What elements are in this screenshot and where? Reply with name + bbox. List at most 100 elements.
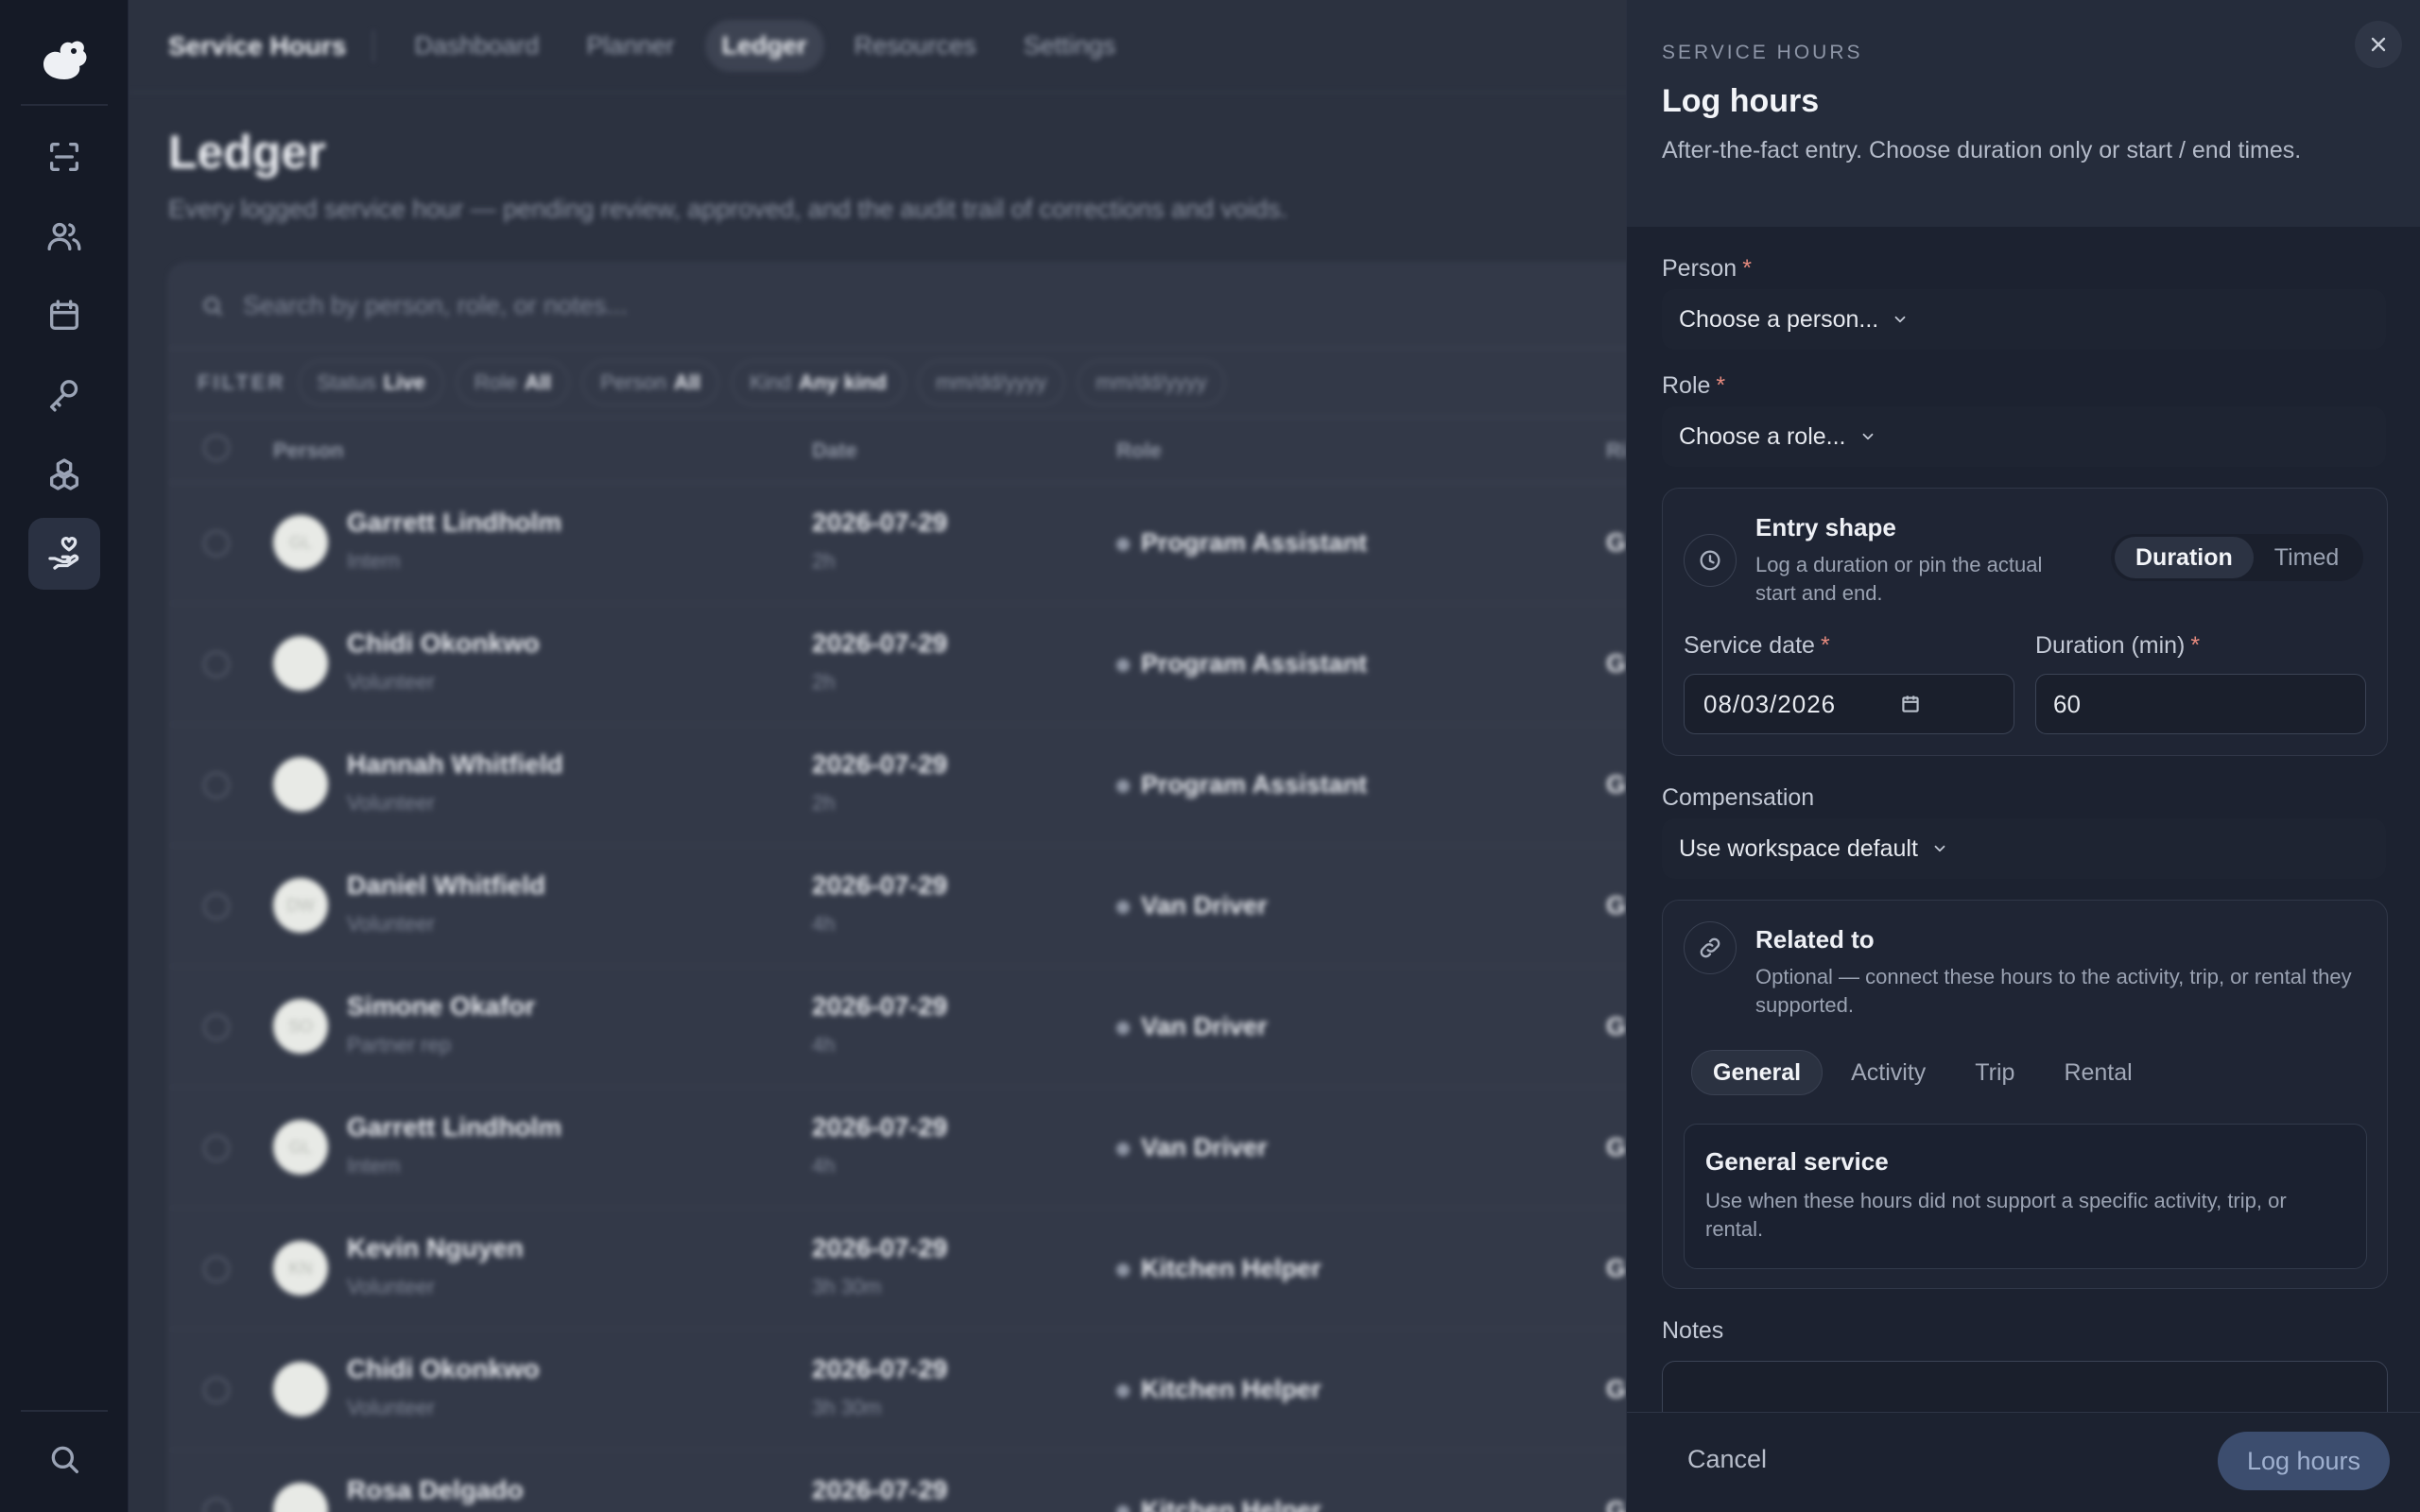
filter-kind-label: Kind: [749, 370, 792, 394]
entry-duration: 3h 30m: [812, 1275, 882, 1298]
filter-date-from[interactable]: mm/dd/yyyy: [917, 360, 1065, 405]
avatar: [273, 1362, 328, 1417]
person-field-label: Person *: [1662, 255, 1752, 283]
entry-fourth-col: G: [1606, 1375, 1627, 1403]
nav-settings[interactable]: Settings: [1007, 20, 1133, 72]
entry-role: Kitchen Helper: [1116, 1496, 1322, 1512]
entry-fourth-col: G: [1606, 528, 1627, 557]
entry-fourth-col: G: [1606, 1133, 1627, 1161]
person-select[interactable]: Choose a person...: [1662, 289, 2386, 350]
entry-fourth-col: G: [1606, 1496, 1627, 1512]
person-name: Daniel Whitfield: [347, 870, 545, 900]
required-mark: *: [1742, 255, 1752, 282]
nav-ledger[interactable]: Ledger: [704, 20, 824, 72]
row-checkbox[interactable]: [203, 1256, 230, 1282]
rail-divider: [21, 104, 108, 106]
entry-role: Program Assistant: [1116, 528, 1367, 558]
filter-status[interactable]: Status Live: [299, 360, 443, 405]
app-logo-icon[interactable]: [36, 36, 93, 85]
filter-role[interactable]: Role All: [456, 360, 570, 405]
service-date-input[interactable]: 08/03/2026: [1684, 674, 2014, 734]
rail-item-people[interactable]: [28, 200, 100, 272]
row-checkbox[interactable]: [203, 772, 230, 799]
rail-item-search[interactable]: [28, 1423, 100, 1495]
person-type: Partner rep: [347, 1033, 452, 1057]
entry-fourth-col: G: [1606, 1254, 1627, 1282]
filter-role-label: Role: [474, 370, 518, 394]
row-checkbox[interactable]: [203, 651, 230, 678]
select-all-checkbox[interactable]: [203, 435, 230, 461]
person-type: Volunteer: [347, 1396, 435, 1419]
nav-planner[interactable]: Planner: [569, 20, 691, 72]
rail-item-resources[interactable]: [28, 438, 100, 510]
entry-duration: 2h: [812, 791, 836, 815]
entry-fourth-col: G: [1606, 891, 1627, 919]
entry-date: 2026-07-29: [812, 628, 948, 658]
entry-shape-duration[interactable]: Duration: [2115, 537, 2254, 578]
col-role[interactable]: Role: [1116, 438, 1162, 463]
avatar: GL: [273, 515, 328, 570]
filter-role-value: All: [525, 370, 552, 394]
avatar: GL: [273, 1120, 328, 1175]
related-tab-trip[interactable]: Trip: [1954, 1050, 2035, 1095]
row-checkbox[interactable]: [203, 530, 230, 557]
filter-person-label: Person: [600, 370, 666, 394]
role-label-text: Role: [1662, 372, 1711, 399]
filter-status-label: Status: [317, 370, 376, 394]
duration-input[interactable]: 60: [2035, 674, 2366, 734]
related-tab-general[interactable]: General: [1691, 1050, 1824, 1095]
rail-item-service-hours[interactable]: [28, 518, 100, 590]
required-mark: *: [2190, 632, 2201, 659]
cancel-button[interactable]: Cancel: [1687, 1445, 1767, 1474]
drawer-title: Log hours: [1662, 83, 1820, 119]
col-date[interactable]: Date: [812, 438, 857, 463]
entry-date: 2026-07-29: [812, 749, 948, 779]
search-placeholder: Search by person, role, or notes...: [243, 291, 628, 319]
related-tabs: General Activity Trip Rental: [1691, 1050, 2153, 1095]
row-checkbox[interactable]: [203, 1014, 230, 1040]
avatar: SO: [273, 999, 328, 1054]
entry-shape-toggle: Duration Timed: [2111, 534, 2364, 581]
entry-date: 2026-07-29: [812, 991, 948, 1021]
nav-dashboard[interactable]: Dashboard: [397, 20, 556, 72]
rail-item-calendar[interactable]: [28, 280, 100, 352]
calendar-icon[interactable]: [1898, 692, 1923, 716]
link-icon: [1700, 937, 1720, 958]
person-select-value: Choose a person...: [1679, 305, 1879, 333]
clock-icon: [1700, 550, 1720, 571]
avatar: [273, 1483, 328, 1512]
entry-shape-timed[interactable]: Timed: [2254, 537, 2360, 578]
duration-label-text: Duration (min): [2035, 632, 2186, 659]
general-service-description: Use when these hours did not support a s…: [1705, 1189, 2287, 1241]
col-person[interactable]: Person: [273, 438, 344, 463]
person-type: Volunteer: [347, 1275, 435, 1298]
related-to-title: Related to: [1755, 925, 1875, 954]
entry-date: 2026-07-29: [812, 507, 948, 537]
person-name: Kevin Nguyen: [347, 1233, 524, 1263]
row-checkbox[interactable]: [203, 893, 230, 919]
filter-kind-value: Any kind: [799, 370, 887, 394]
rail-item-scan[interactable]: [28, 121, 100, 193]
filter-date-to[interactable]: mm/dd/yyyy: [1078, 360, 1225, 405]
related-tab-activity[interactable]: Activity: [1830, 1050, 1946, 1095]
col-fourth[interactable]: Ri: [1606, 438, 1627, 463]
compensation-select[interactable]: Use workspace default: [1662, 818, 2386, 879]
service-date-value: 08/03/2026: [1703, 689, 1837, 718]
nav-resources[interactable]: Resources: [838, 20, 994, 72]
row-checkbox[interactable]: [203, 1377, 230, 1403]
drawer-header: SERVICE HOURS Log hours After-the-fact e…: [1627, 0, 2420, 227]
rail-item-keys[interactable]: [28, 359, 100, 431]
filter-person[interactable]: Person All: [582, 360, 718, 405]
filter-kind[interactable]: Kind Any kind: [731, 360, 905, 405]
related-to-panel: Related to Optional — connect these hour…: [1662, 900, 2388, 1289]
log-hours-button[interactable]: Log hours: [2218, 1432, 2390, 1490]
close-button[interactable]: [2355, 21, 2402, 68]
role-select[interactable]: Choose a role...: [1662, 406, 2386, 467]
related-tab-rental[interactable]: Rental: [2043, 1050, 2152, 1095]
row-checkbox[interactable]: [203, 1498, 230, 1512]
entry-role: Van Driver: [1116, 1012, 1268, 1041]
filter-label: FILTER: [198, 370, 286, 394]
row-checkbox[interactable]: [203, 1135, 230, 1161]
entry-date: 2026-07-29: [812, 870, 948, 900]
entry-role: Program Assistant: [1116, 649, 1367, 679]
